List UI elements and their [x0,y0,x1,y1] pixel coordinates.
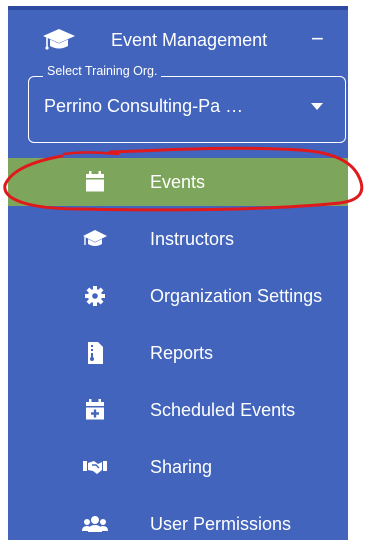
nav-item-instructors[interactable]: Instructors [8,215,348,263]
event-management-header[interactable]: Event Management − [8,20,348,60]
sidebar-top-strip [8,6,348,10]
nav-item-user-permissions[interactable]: User Permissions [8,500,348,540]
nav-item-label: Organization Settings [150,286,323,306]
nav-item-label: User Permissions [150,514,292,534]
dropdown-caret-icon[interactable] [311,103,323,110]
collapse-icon[interactable]: − [311,28,324,50]
nav-item-label: Scheduled Events [150,400,296,420]
nav-item-label: Sharing [150,457,213,477]
calendar-plus-icon [82,398,108,422]
nav-item-label: Events [150,172,206,192]
nav-item-sharing[interactable]: Sharing [8,443,348,491]
handshake-icon [82,455,108,479]
graduation-cap-icon [42,26,76,54]
training-org-label: Select Training Org. [43,64,162,78]
nav-item-events[interactable]: Events [8,158,348,206]
calendar-icon [82,170,108,194]
graduation-cap-icon [82,227,108,251]
nav-item-organization-settings[interactable]: Organization Settings [8,272,348,320]
users-icon [82,512,108,536]
nav-item-label: Reports [150,343,214,363]
training-org-value[interactable]: Perrino Consulting-Pa … [44,96,243,117]
section-title: Event Management [111,30,268,50]
gear-icon [82,284,108,308]
nav-item-reports[interactable]: Reports [8,329,348,377]
nav-item-scheduled-events[interactable]: Scheduled Events [8,386,348,434]
report-file-icon [82,341,108,365]
nav-item-label: Instructors [150,229,235,249]
